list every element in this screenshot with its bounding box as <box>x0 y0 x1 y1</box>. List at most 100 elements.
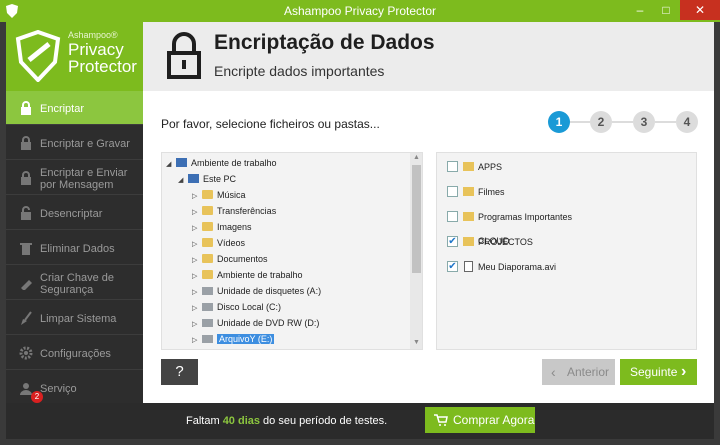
tree-item[interactable]: ▷ Documentos <box>192 251 268 267</box>
step-connector <box>655 121 676 123</box>
folder-icon <box>463 162 474 171</box>
trial-days: 40 dias <box>222 415 260 427</box>
close-button[interactable]: ✕ <box>680 0 720 20</box>
sidebar-item-label: Desencriptar <box>40 208 103 220</box>
file-item[interactable]: APPS <box>437 155 601 179</box>
scrollbar-thumb[interactable] <box>412 165 421 273</box>
buy-now-label: Comprar Agora <box>453 413 535 427</box>
sidebar-item-limpar[interactable]: Limpar Sistema <box>6 301 143 335</box>
drive-icon <box>202 287 213 295</box>
expanded-arrow-icon[interactable]: ◢ <box>178 173 188 189</box>
logo-brand: Ashampoo® <box>68 30 118 40</box>
sidebar-item-label: Configurações <box>40 348 111 360</box>
sidebar-item-desencriptar[interactable]: Desencriptar <box>6 196 143 230</box>
sidebar-item-encriptar[interactable]: Encriptar <box>6 91 143 125</box>
file-checkbox-checked[interactable]: ✔ <box>447 236 458 247</box>
tree-item[interactable]: ◢ Ambiente de trabalho <box>166 155 277 171</box>
sidebar-item-label: Serviço <box>40 383 77 395</box>
tree-item[interactable]: ▷ Disco Local (C:) <box>192 299 281 315</box>
folder-icon <box>463 187 474 196</box>
file-label: Meu Diaporama.avi <box>478 262 557 272</box>
shield-logo-icon <box>15 30 61 82</box>
sidebar-item-encriptar-enviar[interactable]: Encriptar e Enviar por Mensagem <box>6 161 143 195</box>
tree-item-label: Ambiente de trabalho <box>217 270 303 280</box>
drive-icon <box>202 319 213 327</box>
scroll-down-icon[interactable]: ▼ <box>410 339 422 346</box>
usb-key-icon <box>21 280 32 290</box>
drive-icon <box>202 303 213 311</box>
file-item[interactable]: Programas Importantes CLOUD <box>437 205 601 246</box>
lock-icon <box>21 101 31 115</box>
tree-item[interactable]: ▷ Unidade de DVD RW (D:) <box>192 315 319 331</box>
file-item[interactable]: Filmes <box>437 180 601 204</box>
tree-item-label: Unidade de disquetes (A:) <box>217 286 322 296</box>
sidebar-item-servico[interactable]: 2 Serviço <box>6 371 143 405</box>
broom-icon <box>21 311 32 325</box>
file-checkbox-checked[interactable]: ✔ <box>447 261 458 272</box>
help-button[interactable]: ? <box>161 359 198 385</box>
file-checkbox[interactable] <box>447 186 458 197</box>
sidebar-item-label: Eliminar Dados <box>40 243 115 255</box>
video-file-icon <box>464 261 473 272</box>
cart-icon <box>434 414 448 426</box>
tree-item-label: Este PC <box>203 174 237 184</box>
tree-item-label: Vídeos <box>217 238 246 248</box>
page-title: Encriptação de Dados <box>214 31 435 54</box>
tree-item[interactable]: ▷ Música <box>192 187 246 203</box>
buy-now-button[interactable]: Comprar Agora <box>425 407 535 433</box>
logo-product: Privacy Protector <box>68 41 137 75</box>
expanded-arrow-icon[interactable]: ◢ <box>166 157 176 173</box>
file-list: APPS Filmes Programas Importantes CLOUD … <box>436 152 697 350</box>
app-logo: Ashampoo® Privacy Protector <box>6 22 143 91</box>
sidebar-item-configuracoes[interactable]: Configurações <box>6 336 143 370</box>
next-button[interactable]: Seguinte › <box>620 359 697 385</box>
file-label: APPS <box>478 162 503 172</box>
sidebar-item-criar-chave[interactable]: Criar Chave de Segurança <box>6 266 143 300</box>
folder-icon <box>463 237 474 246</box>
tree-item-label: Imagens <box>217 222 252 232</box>
sidebar-item-encriptar-gravar[interactable]: Encriptar e Gravar <box>6 126 143 160</box>
padlock-icon <box>167 32 201 79</box>
tree-item[interactable]: ◢ Este PC <box>178 171 236 187</box>
tree-item-label: ArquivoY (E:) <box>217 334 275 344</box>
previous-label: Anterior <box>567 365 610 379</box>
file-checkbox[interactable] <box>447 211 458 222</box>
trial-prefix: Faltam <box>186 415 223 427</box>
tree-item-label: Disco Local (C:) <box>217 302 282 312</box>
tree-item-label: Documentos <box>217 254 268 264</box>
lock-mail-icon <box>21 171 31 185</box>
maximize-button[interactable]: □ <box>653 0 679 20</box>
sidebar-item-eliminar[interactable]: Eliminar Dados <box>6 231 143 265</box>
tree-item-label: Transferências <box>217 206 277 216</box>
folder-tree[interactable]: ◢ Ambiente de trabalho ◢ Este PC ▷ Música ▷… <box>161 152 423 350</box>
file-checkbox[interactable] <box>447 161 458 172</box>
trial-suffix: do seu período de testes. <box>260 415 388 427</box>
file-label: Filmes <box>478 187 505 197</box>
tree-item[interactable]: ▷ Vídeos <box>192 235 245 251</box>
sidebar-item-label: Limpar Sistema <box>40 313 117 325</box>
tree-scrollbar[interactable]: ▲ ▼ <box>410 153 422 349</box>
collapsed-arrow-icon[interactable]: ▷ <box>192 333 202 349</box>
step-3: 3 <box>633 111 655 133</box>
scroll-up-icon[interactable]: ▲ <box>410 154 422 161</box>
step-indicator: 1 2 3 4 <box>548 111 698 135</box>
file-item[interactable]: ✔ PROJECTOS <box>437 230 601 254</box>
folder-icon <box>202 254 213 263</box>
folder-icon <box>202 222 213 231</box>
step-2: 2 <box>590 111 612 133</box>
tree-item-label: Ambiente de trabalho <box>191 158 277 168</box>
folder-icon <box>202 270 213 279</box>
tree-item-label: Unidade de DVD RW (D:) <box>217 318 320 328</box>
minimize-button[interactable]: – <box>627 0 653 20</box>
logo-line2: Protector <box>68 57 137 76</box>
sidebar-item-label: Encriptar <box>40 103 85 115</box>
tree-item[interactable]: ▷ Ambiente de trabalho <box>192 267 303 283</box>
file-item[interactable]: ✔ Meu Diaporama.avi <box>437 255 601 279</box>
previous-button[interactable]: ‹ Anterior <box>542 359 615 385</box>
next-label: Seguinte <box>630 365 678 379</box>
tree-item[interactable]: ▷ Transferências <box>192 203 276 219</box>
tree-item[interactable]: ▷ Imagens <box>192 219 252 235</box>
tree-item[interactable]: ▷ Unidade de disquetes (A:) <box>192 283 321 299</box>
tree-item-selected[interactable]: ▷ ArquivoY (E:) <box>192 331 275 349</box>
main-panel: Por favor, selecione ficheiros ou pastas… <box>143 91 714 403</box>
